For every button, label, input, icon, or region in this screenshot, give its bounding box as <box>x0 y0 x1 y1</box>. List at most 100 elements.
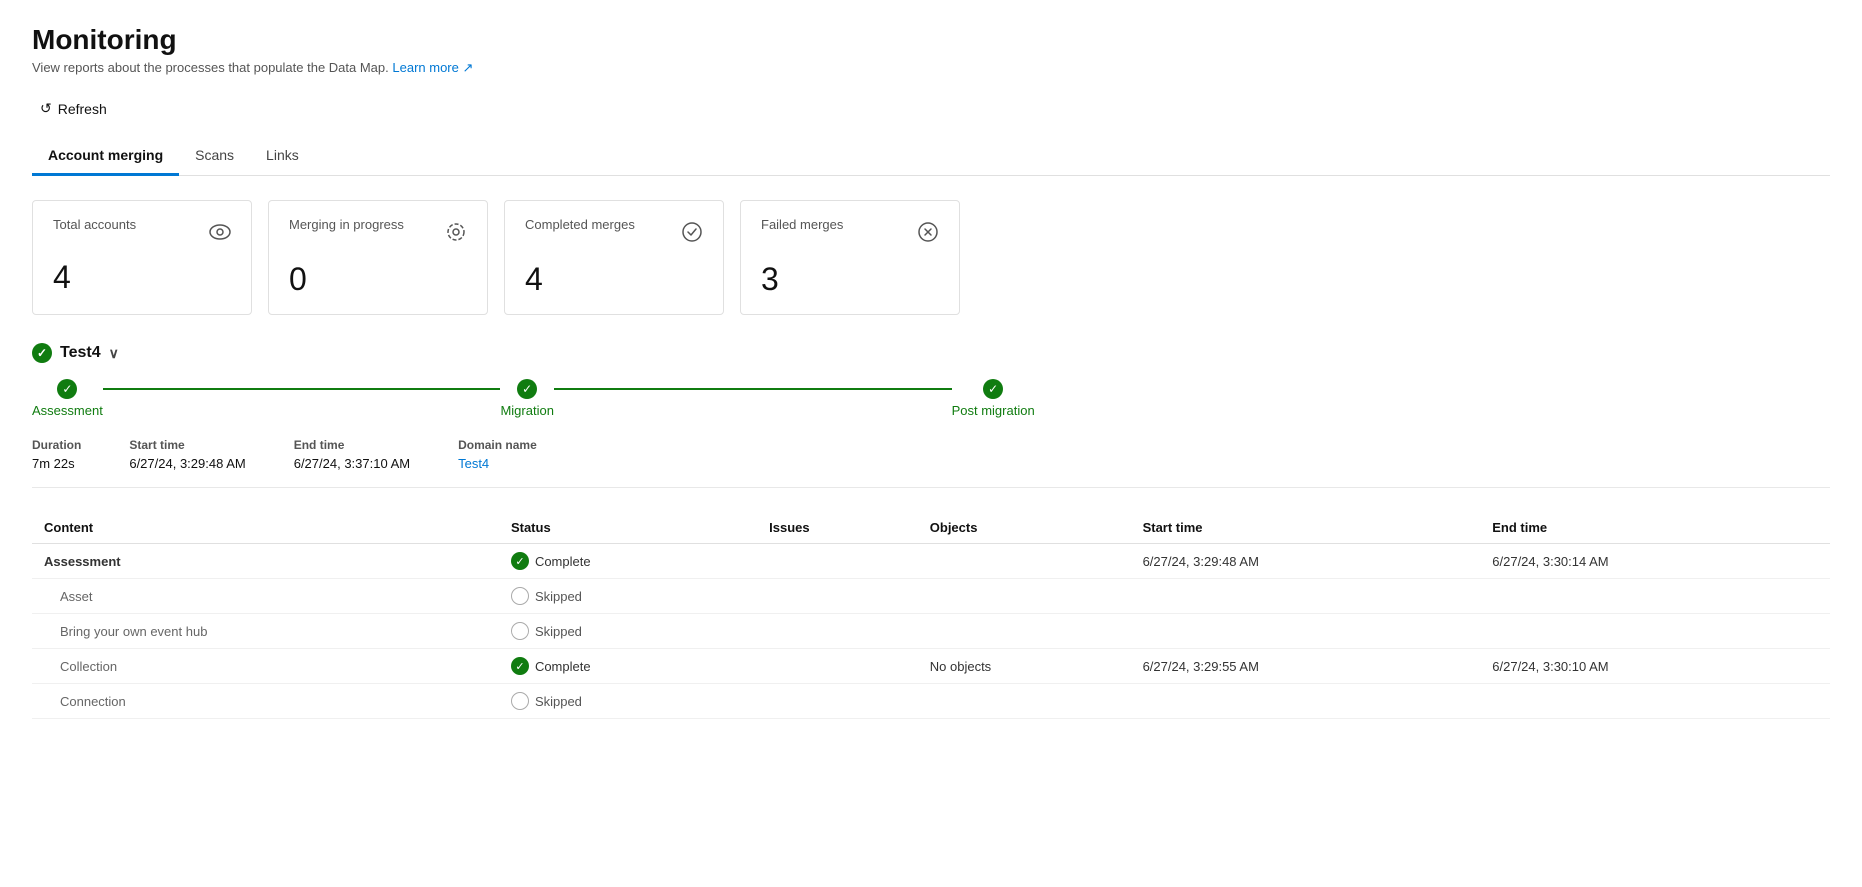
pipeline-step-post-migration: ✓ Post migration <box>952 379 1035 418</box>
duration-value: 7m 22s <box>32 456 81 471</box>
cell-start-time: 6/27/24, 3:29:55 AM <box>1131 649 1481 684</box>
tab-links[interactable]: Links <box>250 137 315 176</box>
cell-end-time: 6/27/24, 3:30:14 AM <box>1480 544 1830 579</box>
page-title: Monitoring <box>32 24 1830 56</box>
page-subtitle: View reports about the processes that po… <box>32 60 1830 76</box>
section-status-icon: ✓ <box>32 343 52 363</box>
x-circle-icon <box>917 221 939 249</box>
table-row: Bring your own event hub Skipped <box>32 614 1830 649</box>
table-row: Asset Skipped <box>32 579 1830 614</box>
col-start-time: Start time <box>1131 512 1481 544</box>
migration-label: Migration <box>500 403 553 418</box>
stat-card-merging-progress: Merging in progress 0 <box>268 200 488 315</box>
detail-end-time: End time 6/27/24, 3:37:10 AM <box>294 438 410 471</box>
cell-content: Bring your own event hub <box>32 614 499 649</box>
cell-status: Skipped <box>499 614 757 649</box>
cell-content: Assessment <box>32 544 499 579</box>
pipeline-step-migration: ✓ Migration <box>500 379 553 418</box>
tabs-bar: Account merging Scans Links <box>32 137 1830 176</box>
stat-value-total: 4 <box>53 259 231 296</box>
status-skipped: Skipped <box>511 622 745 640</box>
stat-value-failed: 3 <box>761 261 939 298</box>
cell-issues <box>757 579 918 614</box>
skipped-icon <box>511 622 529 640</box>
stat-label-completed: Completed merges <box>525 217 635 232</box>
stat-label-total: Total accounts <box>53 217 136 232</box>
page-container: Monitoring View reports about the proces… <box>0 0 1862 887</box>
cell-issues <box>757 544 918 579</box>
section-name: Test4 <box>60 344 101 362</box>
complete-icon: ✓ <box>511 552 529 570</box>
subtitle-text: View reports about the processes that po… <box>32 60 392 75</box>
cell-objects <box>918 544 1131 579</box>
details-row: Duration 7m 22s Start time 6/27/24, 3:29… <box>32 438 1830 488</box>
refresh-icon: ↺ <box>40 100 52 117</box>
cell-start-time <box>1131 684 1481 719</box>
stat-card-header: Total accounts <box>53 217 231 247</box>
cell-content: Connection <box>32 684 499 719</box>
col-end-time: End time <box>1480 512 1830 544</box>
stat-value-completed: 4 <box>525 261 703 298</box>
cell-start-time <box>1131 614 1481 649</box>
tab-scans[interactable]: Scans <box>179 137 250 176</box>
duration-label: Duration <box>32 438 81 452</box>
col-content: Content <box>32 512 499 544</box>
start-time-value: 6/27/24, 3:29:48 AM <box>129 456 245 471</box>
tab-account-merging[interactable]: Account merging <box>32 137 179 176</box>
post-migration-label: Post migration <box>952 403 1035 418</box>
section-title[interactable]: ✓ Test4 ∨ <box>32 343 1830 363</box>
col-objects: Objects <box>918 512 1131 544</box>
table-row: Collection ✓ Complete No objects 6/27/24… <box>32 649 1830 684</box>
cell-objects <box>918 579 1131 614</box>
table-row: Connection Skipped <box>32 684 1830 719</box>
stat-value-merging: 0 <box>289 261 467 298</box>
stat-card-failed: Failed merges 3 <box>740 200 960 315</box>
stat-label-failed: Failed merges <box>761 217 843 232</box>
cell-status: ✓ Complete <box>499 544 757 579</box>
sync-icon <box>445 221 467 249</box>
pipeline-line-2 <box>554 388 952 390</box>
migration-check-icon: ✓ <box>517 379 537 399</box>
domain-name-link[interactable]: Test4 <box>458 456 537 471</box>
cell-status: Skipped <box>499 684 757 719</box>
detail-domain-name: Domain name Test4 <box>458 438 537 471</box>
cell-objects: No objects <box>918 649 1131 684</box>
status-complete: ✓ Complete <box>511 657 745 675</box>
cell-status: Skipped <box>499 579 757 614</box>
cell-start-time <box>1131 579 1481 614</box>
start-time-label: Start time <box>129 438 245 452</box>
cell-objects <box>918 614 1131 649</box>
pipeline: ✓ Assessment ✓ Migration ✓ Post migratio… <box>32 379 1830 418</box>
stats-row: Total accounts 4 Merging in progress <box>32 200 1830 315</box>
table-header-row: Content Status Issues Objects Start time… <box>32 512 1830 544</box>
pipeline-line-1 <box>103 388 501 390</box>
refresh-button[interactable]: ↺ Refresh <box>32 96 115 121</box>
cell-content: Collection <box>32 649 499 684</box>
status-complete: ✓ Complete <box>511 552 745 570</box>
check-circle-icon <box>681 221 703 249</box>
stat-card-header-3: Completed merges <box>525 217 703 249</box>
status-skipped: Skipped <box>511 587 745 605</box>
chevron-down-icon: ∨ <box>109 345 119 362</box>
learn-more-link[interactable]: Learn more ↗ <box>392 60 473 75</box>
cell-content: Asset <box>32 579 499 614</box>
cell-start-time: 6/27/24, 3:29:48 AM <box>1131 544 1481 579</box>
stat-card-header-2: Merging in progress <box>289 217 467 249</box>
cell-end-time <box>1480 579 1830 614</box>
domain-name-label: Domain name <box>458 438 537 452</box>
stat-label-merging: Merging in progress <box>289 217 404 232</box>
stat-card-header-4: Failed merges <box>761 217 939 249</box>
external-link-icon: ↗ <box>462 60 473 75</box>
col-issues: Issues <box>757 512 918 544</box>
table-row: Assessment ✓ Complete 6/27/24, 3:29:48 A… <box>32 544 1830 579</box>
cell-end-time <box>1480 614 1830 649</box>
assessment-check-icon: ✓ <box>57 379 77 399</box>
cell-objects <box>918 684 1131 719</box>
cell-issues <box>757 614 918 649</box>
detail-duration: Duration 7m 22s <box>32 438 81 471</box>
detail-start-time: Start time 6/27/24, 3:29:48 AM <box>129 438 245 471</box>
pipeline-step-assessment: ✓ Assessment <box>32 379 103 418</box>
toolbar: ↺ Refresh <box>32 96 1830 121</box>
end-time-value: 6/27/24, 3:37:10 AM <box>294 456 410 471</box>
stat-card-total-accounts: Total accounts 4 <box>32 200 252 315</box>
